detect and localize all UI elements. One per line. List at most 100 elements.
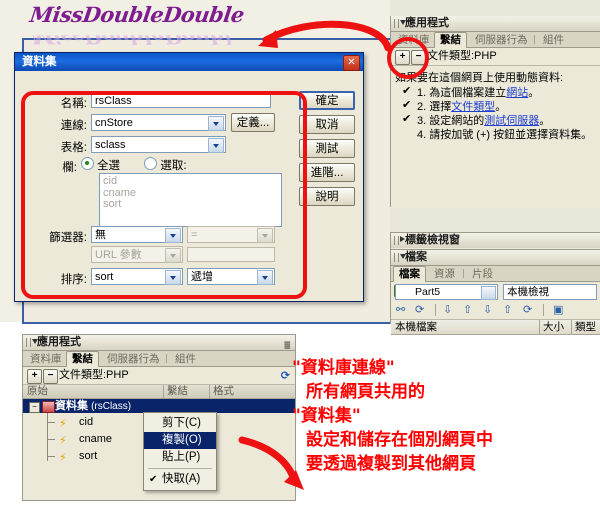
refresh-icon[interactable]: ⟳: [415, 303, 424, 316]
chevron-down-icon[interactable]: [257, 228, 273, 243]
step-1-text-after: 。: [528, 87, 540, 99]
radio-selected-icon[interactable]: [144, 157, 158, 170]
context-menu: 剪下(C) 複製(O) 貼上(P) ✔ 快取(A): [143, 412, 217, 491]
filter-select[interactable]: 無: [91, 226, 183, 243]
chevron-down-icon[interactable]: [32, 339, 38, 344]
tab-server-behaviors[interactable]: 伺服器行為: [470, 33, 533, 47]
field-name: cname: [79, 433, 113, 445]
column-type: 類型: [575, 321, 596, 333]
connection-row: 連線:: [45, 115, 87, 133]
filter-param-input[interactable]: [187, 247, 275, 262]
sort-direction-value: 遞增: [191, 271, 213, 283]
files-panel-header[interactable]: 檔案: [391, 250, 600, 266]
check-in-icon[interactable]: ⇧: [503, 303, 512, 316]
site-select[interactable]: Part5: [395, 284, 498, 300]
chevron-down-icon[interactable]: [165, 228, 181, 243]
menu-item-cache-label: 快取(A): [162, 473, 201, 485]
radio-all-icon[interactable]: [81, 157, 94, 170]
tag-inspector-title: 標籤檢視窗: [405, 234, 460, 246]
connect-icon[interactable]: ⚯: [396, 303, 405, 316]
advanced-button[interactable]: 進階...: [299, 163, 355, 182]
chevron-down-icon[interactable]: [481, 286, 496, 300]
define-button[interactable]: 定義...: [231, 113, 275, 132]
chevron-down-icon[interactable]: [400, 254, 406, 259]
list-item[interactable]: sort: [103, 198, 278, 211]
filter-label: 篩選器:: [49, 232, 87, 244]
add-binding-button-bottom[interactable]: +: [27, 369, 42, 384]
connection-label: 連線:: [60, 120, 87, 132]
annotation-line-3: "資料集": [292, 406, 361, 426]
tab-server-behaviors-bottom[interactable]: 伺服器行為: [102, 352, 165, 366]
lightning-icon: ⚡: [59, 418, 67, 430]
tab-snippets[interactable]: 片段: [467, 267, 498, 281]
application-panel-bottom-title: 應用程式: [37, 336, 81, 348]
ok-button[interactable]: 確定: [299, 91, 355, 110]
chevron-down-icon[interactable]: [165, 270, 181, 285]
files-panel-title: 檔案: [405, 251, 427, 263]
tab-bindings-bottom[interactable]: 繫結: [66, 351, 99, 367]
view-select[interactable]: 本機檢視: [503, 284, 597, 300]
tag-inspector-header[interactable]: 標籤檢視窗: [391, 233, 600, 248]
test-button[interactable]: 測試: [299, 139, 355, 158]
tab-bindings[interactable]: 繫結: [434, 32, 467, 48]
name-input[interactable]: rsClass: [91, 93, 271, 108]
radio-selected[interactable]: 選取:: [144, 157, 187, 172]
tab-assets[interactable]: 資源: [429, 267, 460, 281]
get-icon[interactable]: ⇩: [443, 303, 452, 316]
tab-components-bottom[interactable]: 組件: [170, 352, 201, 366]
remove-binding-button-bottom[interactable]: −: [43, 369, 58, 384]
expand-icon[interactable]: ▣: [553, 303, 563, 316]
put-icon[interactable]: ⇧: [463, 303, 472, 316]
menu-item-cache[interactable]: ✔ 快取(A): [144, 471, 216, 488]
sync-icon[interactable]: ⟳: [523, 303, 532, 316]
watermark-reflection: MissDoubleDouble: [28, 24, 246, 49]
sort-label: 排序:: [60, 274, 87, 286]
connection-select[interactable]: cnStore: [91, 114, 226, 131]
connection-value: cnStore: [95, 117, 133, 129]
tab-files[interactable]: 檔案: [393, 266, 426, 282]
table-row-recordset[interactable]: − 資料集 (rsClass): [23, 399, 295, 413]
menu-item-cut[interactable]: 剪下(C): [144, 415, 216, 432]
table-label: 表格:: [60, 142, 87, 154]
tab-components[interactable]: 組件: [538, 33, 569, 47]
columns-listbox[interactable]: cid cname sort: [99, 173, 282, 227]
radio-all-label: 全選: [97, 160, 120, 172]
menu-item-copy[interactable]: 複製(O): [144, 432, 216, 449]
columns-radio-group: 全選 選取:: [81, 157, 187, 173]
list-item[interactable]: cname: [103, 187, 278, 200]
chevron-down-icon[interactable]: [257, 270, 273, 285]
check-out-icon[interactable]: ⇩: [483, 303, 492, 316]
recordset-label: 資料集 (rsClass): [55, 399, 131, 414]
panel-grip-icon: [394, 236, 399, 245]
sort-direction-select[interactable]: 遞增: [187, 268, 275, 285]
step-1-link[interactable]: 網站: [506, 87, 528, 99]
check-icon: ✔: [149, 474, 158, 485]
step-check-1: ✔: [402, 85, 412, 97]
help-button[interactable]: 說明: [299, 187, 355, 206]
application-panel-bottom-header[interactable]: 應用程式 ≣: [23, 335, 295, 351]
bottom-tabbar: 資料庫 繫結 伺服器行為 組件: [23, 351, 295, 367]
filter-param-select[interactable]: URL 參數: [91, 246, 183, 263]
filter-value: 無: [95, 229, 106, 241]
menu-item-paste[interactable]: 貼上(P): [144, 449, 216, 466]
recordset-dialog: 資料集 ✕ 名稱: rsClass 連線: cnStore 定義... 表格: …: [14, 52, 364, 302]
files-tabbar: 檔案 資源 片段: [391, 266, 600, 282]
step-check-3: ✔: [402, 113, 412, 125]
chevron-down-icon[interactable]: [208, 116, 224, 131]
chevron-right-icon[interactable]: [400, 236, 405, 242]
cancel-button[interactable]: 取消: [299, 115, 355, 134]
chevron-down-icon[interactable]: [165, 248, 181, 263]
chevron-down-icon[interactable]: [208, 138, 224, 153]
refresh-icon[interactable]: ⟳: [281, 369, 290, 382]
name-row: 名稱:: [45, 93, 87, 111]
filter-operator-select[interactable]: =: [187, 226, 275, 243]
collapse-icon[interactable]: −: [29, 402, 40, 413]
column-size: 大小: [543, 321, 564, 333]
radio-all[interactable]: 全選: [81, 157, 120, 172]
list-item[interactable]: cid: [103, 175, 278, 188]
sort-select[interactable]: sort: [91, 268, 183, 285]
table-select[interactable]: sclass: [91, 136, 226, 153]
filter-operator-value: =: [191, 229, 198, 241]
tab-database-bottom[interactable]: 資料庫: [25, 352, 67, 366]
columns-label: 欄:: [62, 162, 77, 174]
